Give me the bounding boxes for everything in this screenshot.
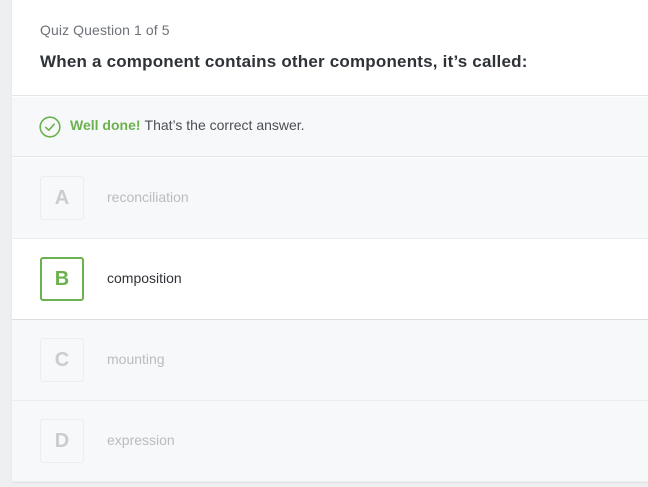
answer-option-b[interactable]: B composition xyxy=(12,239,648,320)
answer-option-c[interactable]: C mounting xyxy=(12,320,648,401)
option-letter: A xyxy=(40,176,84,220)
option-text: mounting xyxy=(107,351,165,367)
option-letter: B xyxy=(40,257,84,301)
quiz-card: Quiz Question 1 of 5 When a component co… xyxy=(12,0,648,482)
option-text: composition xyxy=(107,270,182,286)
feedback-banner: Well done! That’s the correct answer. xyxy=(12,97,648,157)
option-letter: C xyxy=(40,338,84,382)
quiz-header xyxy=(12,0,648,96)
answer-option-d[interactable]: D expression xyxy=(12,401,648,482)
question-text: When a component contains other componen… xyxy=(40,52,528,71)
option-letter: D xyxy=(40,419,84,463)
quiz-progress-label: Quiz Question 1 of 5 xyxy=(40,22,170,38)
answer-option-a[interactable]: A reconciliation xyxy=(12,158,648,239)
check-circle-icon xyxy=(39,116,61,138)
feedback-headline: Well done! xyxy=(70,117,141,133)
option-text: reconciliation xyxy=(107,189,189,205)
feedback-text: Well done! That’s the correct answer. xyxy=(70,117,305,133)
feedback-message: That’s the correct answer. xyxy=(144,117,305,133)
option-text: expression xyxy=(107,432,175,448)
